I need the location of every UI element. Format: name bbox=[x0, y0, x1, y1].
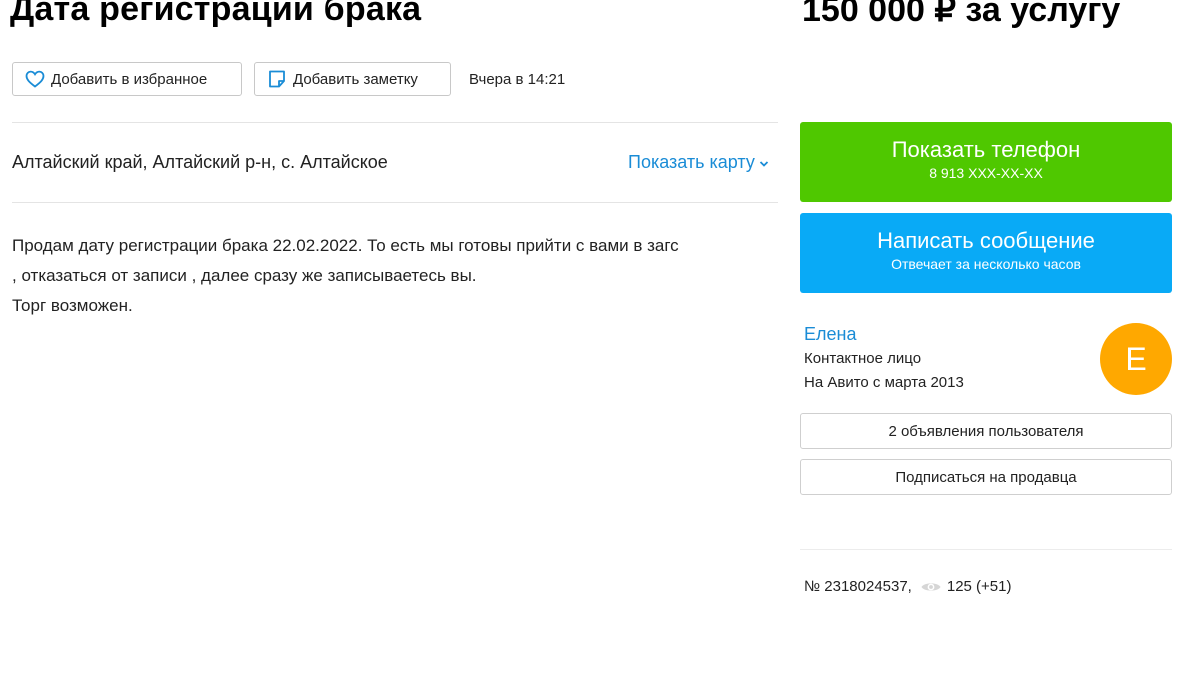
subscribe-seller-button[interactable]: Подписаться на продавца bbox=[800, 459, 1172, 495]
listing-title: Дата регистрации брака bbox=[10, 0, 422, 28]
listing-meta: № 2318024537, 125 (+51) bbox=[804, 578, 1012, 595]
note-icon bbox=[267, 69, 293, 89]
chevron-down-icon bbox=[755, 158, 769, 168]
seller-role: Контактное лицо bbox=[804, 350, 922, 367]
heart-icon bbox=[25, 70, 51, 88]
description-line: Торг возможен. bbox=[12, 296, 133, 315]
show-phone-label: Показать телефон bbox=[891, 137, 1081, 162]
description-line: , отказаться от записи , далее сразу же … bbox=[12, 266, 477, 285]
show-map-link[interactable]: Показать карту bbox=[628, 152, 769, 173]
view-count: 125 (+51) bbox=[946, 578, 1012, 595]
listing-number: № 2318024537, bbox=[804, 578, 912, 595]
send-message-label: Написать сообщение bbox=[877, 228, 1095, 253]
seller-name-link[interactable]: Елена bbox=[804, 324, 856, 345]
listing-price: 150 000 ₽ за услугу bbox=[802, 0, 1121, 29]
divider bbox=[12, 122, 778, 123]
divider bbox=[800, 549, 1172, 550]
posted-date: Вчера в 14:21 bbox=[469, 71, 566, 88]
listing-description: Продам дату регистрации брака 22.02.2022… bbox=[12, 231, 782, 321]
show-map-label: Показать карту bbox=[628, 152, 755, 172]
description-line: Продам дату регистрации брака 22.02.2022… bbox=[12, 236, 679, 255]
avatar[interactable]: Е bbox=[1100, 323, 1172, 395]
response-time: Отвечает за несколько часов bbox=[891, 256, 1081, 272]
phone-masked: 8 913 XXX-XX-XX bbox=[929, 165, 1043, 181]
divider bbox=[12, 202, 778, 203]
eye-icon bbox=[920, 580, 942, 594]
add-note-button[interactable]: Добавить заметку bbox=[254, 62, 451, 96]
add-note-label: Добавить заметку bbox=[293, 70, 418, 88]
show-phone-button[interactable]: Показать телефон 8 913 XXX-XX-XX bbox=[800, 122, 1172, 202]
address: Алтайский край, Алтайский р-н, с. Алтайс… bbox=[12, 152, 388, 172]
add-to-favorites-label: Добавить в избранное bbox=[51, 70, 208, 88]
add-to-favorites-button[interactable]: Добавить в избранное bbox=[12, 62, 242, 96]
seller-ads-button[interactable]: 2 объявления пользователя bbox=[800, 413, 1172, 449]
seller-since: На Авито с марта 2013 bbox=[804, 374, 964, 391]
send-message-button[interactable]: Написать сообщение Отвечает за несколько… bbox=[800, 213, 1172, 293]
